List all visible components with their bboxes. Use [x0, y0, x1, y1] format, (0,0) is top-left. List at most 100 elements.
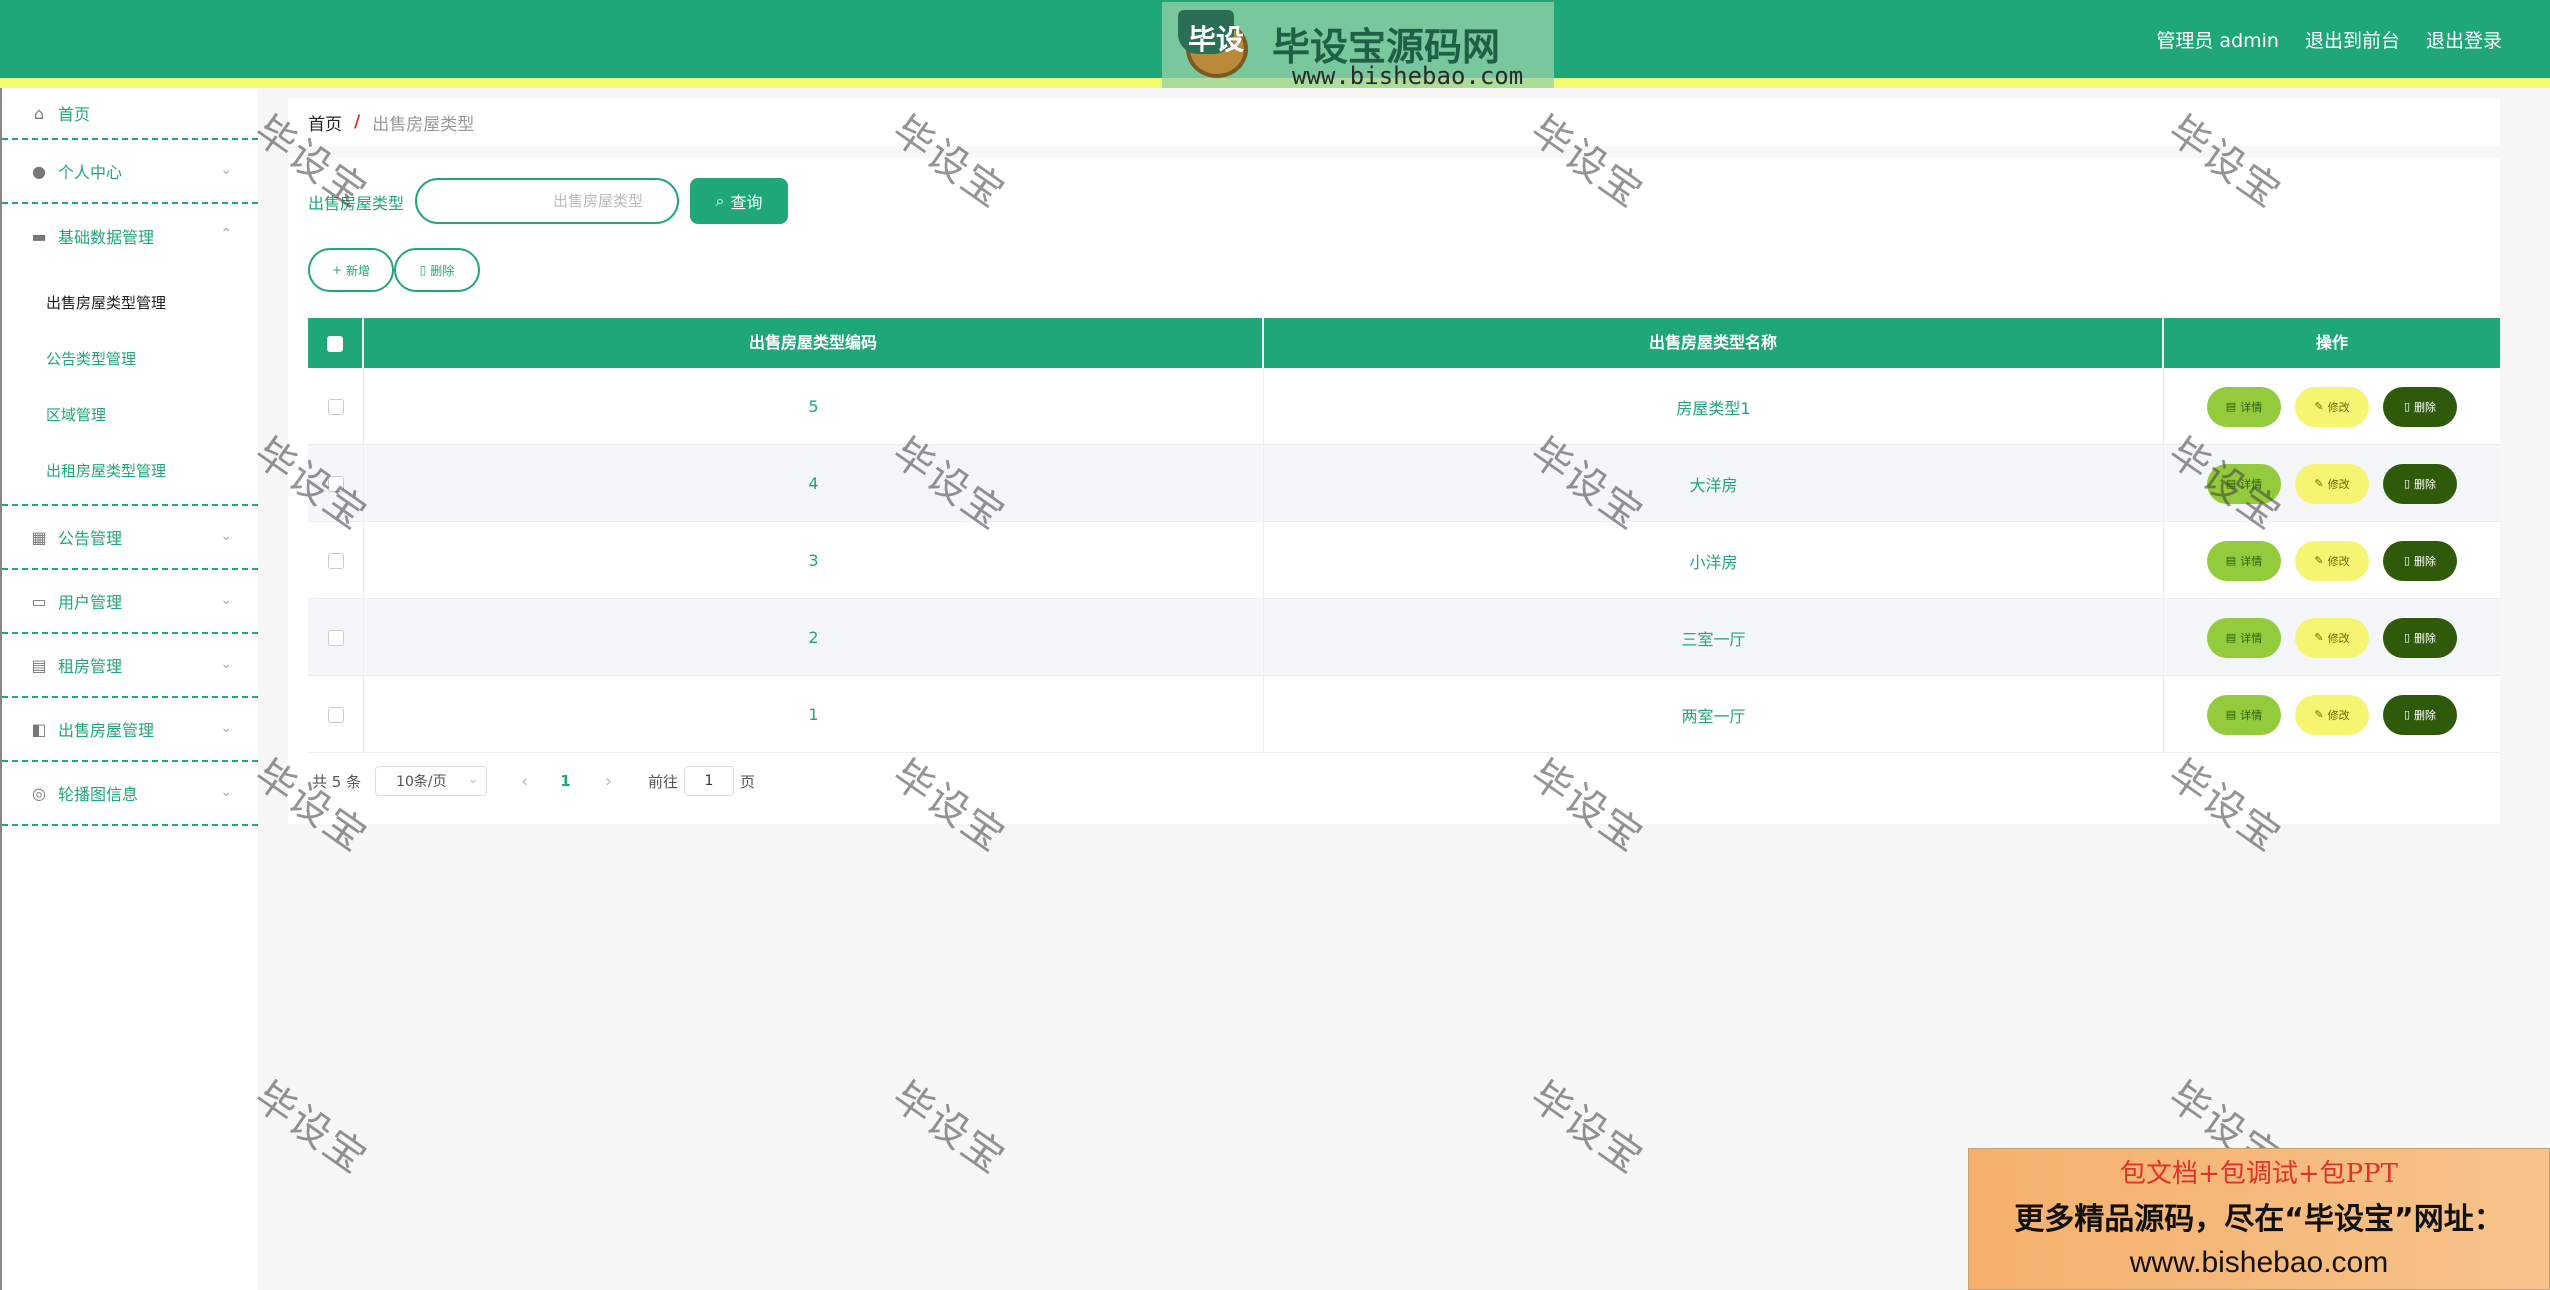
submenu-rent-house-type[interactable]: 出租房屋类型管理: [2, 442, 258, 498]
sidebar-item-basic-data[interactable]: ▬ 基础数据管理 ⌃: [2, 204, 258, 268]
edit-icon: ✎: [2314, 708, 2324, 721]
row-checkbox[interactable]: [327, 552, 344, 569]
watermark: 毕设宝: [883, 1073, 1014, 1184]
delete-button[interactable]: ▯ 删除: [2383, 463, 2457, 504]
sidebar-item-home[interactable]: ⌂ 首页: [2, 88, 258, 140]
logo-url: www.bishebao.com: [1292, 62, 1524, 90]
add-button[interactable]: + 新增: [308, 248, 394, 292]
sidebar-item-label: 基础数据管理: [58, 228, 155, 247]
site-logo-watermark: 毕设 毕设宝源码网 www.bishebao.com: [1162, 2, 1554, 90]
delete-label: 删除: [2414, 400, 2437, 414]
delete-button[interactable]: ▯ 删除: [2383, 617, 2457, 658]
column-header-name[interactable]: 出售房屋类型名称: [1264, 318, 2164, 368]
page-size-select[interactable]: 10条/页 ⌄: [375, 766, 488, 796]
detail-button[interactable]: ▤ 详情: [2207, 386, 2281, 427]
cell-code: 5: [364, 368, 1264, 445]
column-header-code[interactable]: 出售房屋类型编码: [364, 318, 1264, 368]
submenu-sale-house-type[interactable]: 出售房屋类型管理: [2, 274, 258, 330]
edit-label: 修改: [2327, 477, 2350, 491]
cell-name: 大洋房: [1264, 445, 2164, 522]
logo-badge-text: 毕设: [1188, 23, 1245, 56]
batch-delete-label: 删除: [430, 263, 455, 278]
search-button[interactable]: ⌕ 查询: [690, 178, 788, 224]
sidebar-item-label: 公告管理: [58, 529, 123, 548]
sidebar-item-sale-house[interactable]: ◧ 出售房屋管理 ⌄: [2, 698, 258, 762]
detail-button[interactable]: ▤ 详情: [2207, 463, 2281, 504]
document-icon: ▤: [2225, 477, 2237, 490]
edit-button[interactable]: ✎ 修改: [2295, 386, 2369, 427]
edit-button[interactable]: ✎ 修改: [2295, 540, 2369, 581]
row-select-cell: [308, 522, 364, 599]
chevron-down-icon: ⌄: [220, 592, 232, 608]
row-checkbox[interactable]: [327, 475, 344, 492]
trash-icon: ▯: [2403, 631, 2411, 644]
edit-button[interactable]: ✎ 修改: [2295, 617, 2369, 658]
ticket-icon: ◧: [31, 719, 47, 739]
detail-button[interactable]: ▤ 详情: [2207, 617, 2281, 658]
sidebar-item-personal[interactable]: ● 个人中心 ⌄: [2, 140, 258, 204]
select-all-checkbox[interactable]: [327, 335, 343, 352]
search-input[interactable]: 出售房屋类型: [415, 178, 679, 224]
cell-name: 房屋类型1: [1264, 368, 2164, 445]
sidebar-item-notice[interactable]: ▦ 公告管理 ⌄: [2, 506, 258, 570]
delete-label: 删除: [2414, 477, 2437, 491]
delete-button[interactable]: ▯ 删除: [2383, 694, 2457, 735]
promo-line3: www.bishebao.com: [2129, 1246, 2389, 1279]
edit-button[interactable]: ✎ 修改: [2295, 694, 2369, 735]
detail-label: 详情: [2240, 554, 2263, 568]
sidebar-item-users[interactable]: ▭ 用户管理 ⌄: [2, 570, 258, 634]
submenu-notice-type[interactable]: 公告类型管理: [2, 330, 258, 386]
goto-prefix: 前往: [647, 772, 678, 791]
sidebar-item-carousel[interactable]: ◎ 轮播图信息 ⌄: [2, 762, 258, 826]
promo-line1: 包文档+包调试+包PPT: [2120, 1159, 2398, 1189]
plus-icon: +: [331, 263, 343, 277]
document-icon: ▤: [2225, 708, 2237, 721]
id-card-icon: ▭: [31, 591, 47, 611]
breadcrumb-separator: /: [354, 112, 361, 132]
table-row: 1 两室一厅 ▤ 详情 ✎ 修改 ▯ 删除: [308, 676, 2500, 753]
row-select-cell: [308, 445, 364, 522]
document-icon: ▤: [2225, 631, 2237, 644]
sidebar-item-label: 首页: [58, 105, 91, 124]
back-to-front-link[interactable]: 退出到前台: [2305, 26, 2400, 53]
batch-delete-button[interactable]: ▯ 删除: [394, 248, 480, 292]
edit-label: 修改: [2327, 400, 2350, 414]
submenu-region[interactable]: 区域管理: [2, 386, 258, 442]
next-page-icon[interactable]: ›: [605, 771, 612, 792]
cell-code: 1: [364, 676, 1264, 753]
cell-code: 3: [364, 522, 1264, 599]
row-checkbox[interactable]: [327, 629, 344, 646]
goto-page-input[interactable]: 1: [683, 766, 734, 796]
delete-button[interactable]: ▯ 删除: [2383, 540, 2457, 581]
target-icon: ◎: [32, 783, 46, 803]
current-page-number[interactable]: 1: [560, 772, 570, 790]
logout-link[interactable]: 退出登录: [2426, 26, 2502, 53]
document-icon: ▤: [2225, 554, 2237, 567]
edit-label: 修改: [2327, 631, 2350, 645]
detail-button[interactable]: ▤ 详情: [2207, 694, 2281, 735]
sidebar-item-rent[interactable]: ▤ 租房管理 ⌄: [2, 634, 258, 698]
edit-button[interactable]: ✎ 修改: [2295, 463, 2369, 504]
breadcrumb-home[interactable]: 首页: [308, 110, 342, 135]
detail-label: 详情: [2240, 708, 2263, 722]
trash-icon: ▯: [2403, 554, 2411, 567]
chevron-up-icon: ⌃: [220, 226, 232, 242]
breadcrumb: 首页 / 出售房屋类型: [288, 98, 2500, 146]
row-checkbox[interactable]: [327, 398, 344, 415]
watermark: 毕设宝: [245, 1073, 376, 1184]
detail-button[interactable]: ▤ 详情: [2207, 540, 2281, 581]
goto-suffix: 页: [739, 772, 755, 791]
row-select-cell: [308, 368, 364, 445]
prev-page-icon[interactable]: ‹: [521, 771, 528, 792]
admin-user-label[interactable]: 管理员 admin: [2156, 26, 2279, 53]
watermark: 毕设宝: [1521, 1073, 1652, 1184]
row-checkbox[interactable]: [327, 706, 344, 723]
row-actions: ▤ 详情 ✎ 修改 ▯ 删除: [2164, 368, 2500, 445]
chevron-down-icon: ⌄: [220, 784, 232, 800]
clipboard-icon: ▤: [31, 655, 47, 675]
chevron-down-icon: ⌄: [220, 720, 232, 736]
promo-banner: 包文档+包调试+包PPT 更多精品源码，尽在“毕设宝”网址： www.bishe…: [1968, 1148, 2550, 1290]
table-row: 5 房屋类型1 ▤ 详情 ✎ 修改 ▯ 删除: [308, 368, 2500, 445]
edit-icon: ✎: [2314, 400, 2324, 413]
delete-button[interactable]: ▯ 删除: [2383, 386, 2457, 427]
